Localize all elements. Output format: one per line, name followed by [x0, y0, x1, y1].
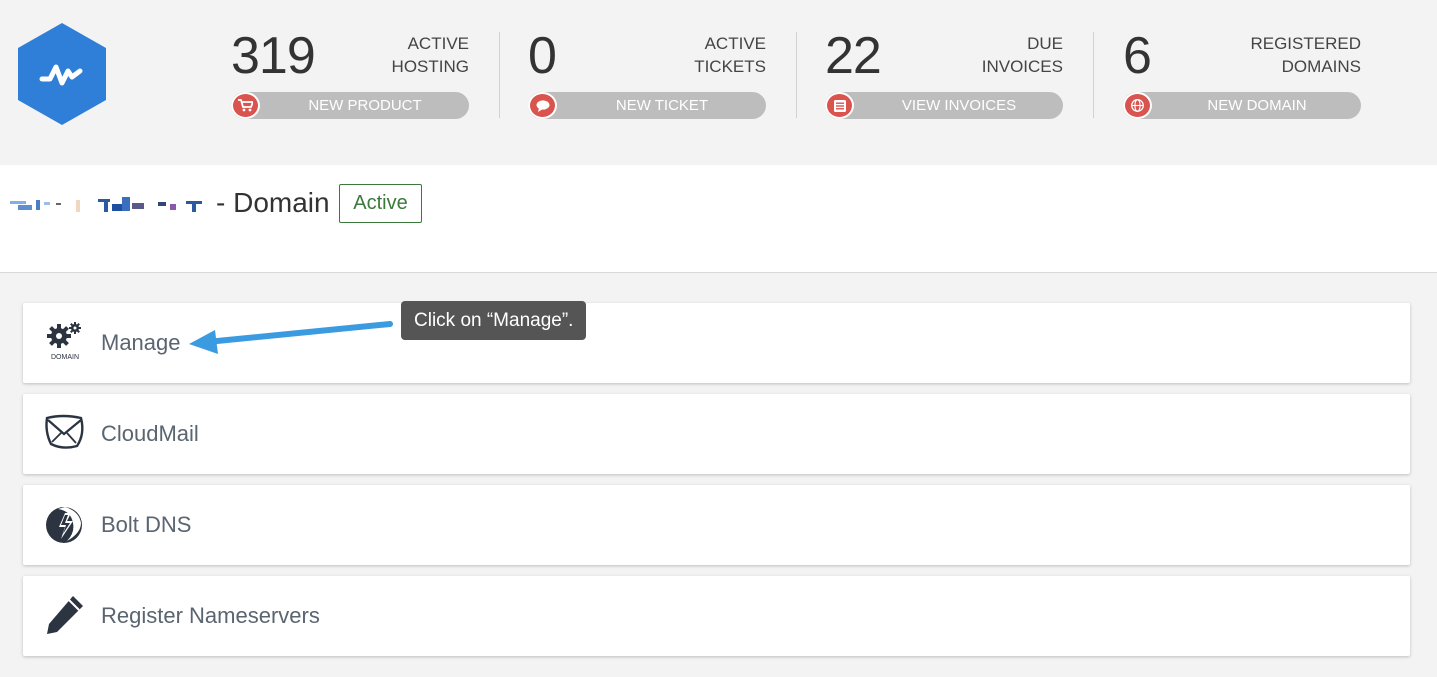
top-stats-bar: 319 ACTIVE HOSTING NEW PRODUCT 0 ACTIVE …: [0, 0, 1437, 165]
annotation-tooltip: Click on “Manage”.: [401, 301, 587, 340]
card-label: Manage: [101, 330, 181, 355]
card-label: CloudMail: [101, 421, 199, 446]
stat-number: 319: [231, 27, 316, 85]
globe-icon: [1123, 92, 1152, 119]
register-nameservers-card[interactable]: Register Nameservers: [23, 576, 1410, 656]
stat-divider: [1093, 32, 1094, 118]
stat-registered-domains: 6 REGISTERED DOMAINS NEW DOMAIN: [1123, 28, 1361, 123]
stat-label: ACTIVE TICKETS: [694, 34, 766, 76]
brand-logo-icon[interactable]: [16, 23, 108, 125]
chat-bubble-icon: [528, 92, 557, 119]
card-label: Bolt DNS: [101, 512, 192, 537]
stat-label: REGISTERED DOMAINS: [1250, 34, 1361, 76]
stat-active-tickets: 0 ACTIVE TICKETS NEW TICKET: [528, 28, 766, 123]
cart-icon: [231, 92, 260, 119]
status-badge: Active: [339, 184, 422, 223]
stat-number: 22: [825, 27, 882, 85]
list-icon: [825, 92, 854, 119]
stat-divider: [499, 32, 500, 118]
stat-label: ACTIVE HOSTING: [391, 34, 469, 76]
stat-number: 6: [1123, 27, 1152, 85]
bolt-dns-card[interactable]: Bolt DNS: [23, 485, 1410, 565]
stat-divider: [796, 32, 797, 118]
cloudmail-card[interactable]: CloudMail: [23, 394, 1410, 474]
stat-number: 0: [528, 27, 557, 85]
page-title: - Domain: [216, 187, 330, 218]
stat-label: DUE INVOICES: [981, 34, 1063, 76]
card-label: Register Nameservers: [101, 603, 320, 628]
obscured-domain-name: [10, 197, 202, 212]
svg-text:DOMAIN: DOMAIN: [51, 354, 79, 361]
bolt-dns-icon: [46, 507, 82, 543]
cloudmail-icon: [45, 414, 84, 449]
domain-gears-icon: DOMAIN: [47, 322, 81, 361]
stat-active-hosting: 319 ACTIVE HOSTING NEW PRODUCT: [231, 28, 469, 123]
new-ticket-button[interactable]: NEW TICKET: [528, 92, 766, 119]
new-domain-button[interactable]: NEW DOMAIN: [1123, 92, 1361, 119]
view-invoices-button[interactable]: VIEW INVOICES: [825, 92, 1063, 119]
pencil-icon: [47, 596, 83, 634]
new-product-button[interactable]: NEW PRODUCT: [231, 92, 469, 119]
stat-due-invoices: 22 DUE INVOICES VIEW INVOICES: [825, 28, 1063, 123]
annotation-arrow-icon: [189, 321, 393, 354]
